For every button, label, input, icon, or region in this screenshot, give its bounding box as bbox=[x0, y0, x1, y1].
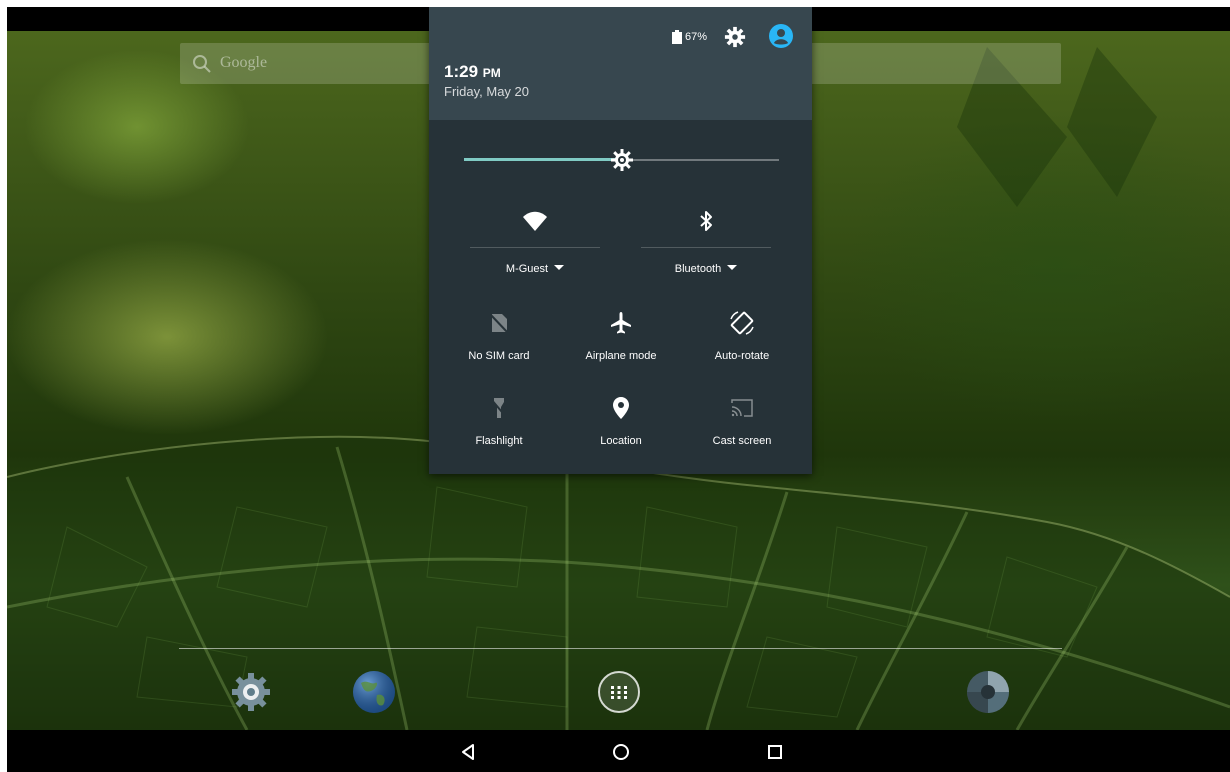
bluetooth-divider bbox=[641, 247, 771, 248]
airplane-mode-label: Airplane mode bbox=[585, 350, 657, 362]
flashlight-label: Flashlight bbox=[475, 435, 523, 447]
cast-icon bbox=[731, 399, 753, 417]
navigation-bar bbox=[7, 730, 1230, 772]
auto-rotate-tile[interactable]: Auto-rotate bbox=[687, 309, 797, 369]
wifi-tile[interactable]: M-Guest bbox=[470, 207, 600, 287]
airplane-icon bbox=[611, 312, 631, 334]
browser-app-icon[interactable] bbox=[351, 669, 397, 715]
camera-app-icon[interactable] bbox=[965, 669, 1011, 715]
wifi-label: M-Guest bbox=[505, 263, 549, 275]
auto-rotate-icon bbox=[730, 311, 754, 335]
back-icon[interactable] bbox=[456, 740, 480, 764]
clock-ampm: PM bbox=[482, 66, 501, 80]
user-avatar-icon[interactable] bbox=[768, 23, 794, 49]
chevron-down-icon bbox=[554, 265, 565, 270]
bluetooth-label: Bluetooth bbox=[674, 263, 722, 275]
recents-icon[interactable] bbox=[763, 740, 787, 764]
home-icon[interactable] bbox=[609, 740, 633, 764]
brightness-fill bbox=[464, 158, 622, 161]
quick-settings-header: 67% 1:29 PM Friday, May 20 bbox=[429, 7, 812, 120]
location-tile[interactable]: Location bbox=[566, 394, 676, 454]
brightness-icon[interactable] bbox=[610, 148, 634, 172]
brightness-slider[interactable] bbox=[464, 148, 779, 172]
auto-rotate-label: Auto-rotate bbox=[714, 350, 770, 362]
bluetooth-tile[interactable]: Bluetooth bbox=[641, 207, 771, 287]
wifi-dropdown[interactable]: M-Guest bbox=[470, 263, 600, 275]
wifi-divider bbox=[470, 247, 600, 248]
cast-screen-label: Cast screen bbox=[712, 435, 772, 447]
search-label: Google bbox=[220, 54, 268, 71]
battery-icon bbox=[672, 30, 682, 44]
date-label[interactable]: Friday, May 20 bbox=[444, 84, 529, 99]
dock-divider bbox=[179, 648, 1062, 649]
airplane-mode-tile[interactable]: Airplane mode bbox=[566, 309, 676, 369]
wifi-icon[interactable] bbox=[521, 207, 549, 235]
quick-settings-panel: 67% 1:29 PM Friday, May 20 M-Guest Bluet… bbox=[429, 7, 812, 474]
search-icon bbox=[193, 55, 211, 73]
clock-time: 1:29 bbox=[444, 62, 479, 81]
no-sim-icon bbox=[489, 313, 509, 334]
flashlight-icon bbox=[490, 398, 508, 419]
gear-icon[interactable] bbox=[724, 26, 746, 48]
chevron-down-icon bbox=[727, 265, 738, 270]
all-apps-icon[interactable] bbox=[596, 669, 642, 715]
location-icon bbox=[613, 397, 629, 419]
bluetooth-dropdown[interactable]: Bluetooth bbox=[641, 263, 771, 275]
clock[interactable]: 1:29 PM bbox=[444, 62, 501, 82]
device-screen: Google 67% 1:29 PM Friday, May 20 M-Gues… bbox=[7, 7, 1230, 772]
no-sim-label: No SIM card bbox=[468, 350, 530, 362]
bluetooth-icon[interactable] bbox=[692, 207, 720, 235]
location-label: Location bbox=[600, 435, 642, 447]
no-sim-tile[interactable]: No SIM card bbox=[444, 309, 554, 369]
settings-app-icon[interactable] bbox=[228, 669, 274, 715]
flashlight-tile[interactable]: Flashlight bbox=[444, 394, 554, 454]
battery-percentage: 67% bbox=[685, 31, 708, 43]
cast-screen-tile[interactable]: Cast screen bbox=[687, 394, 797, 454]
